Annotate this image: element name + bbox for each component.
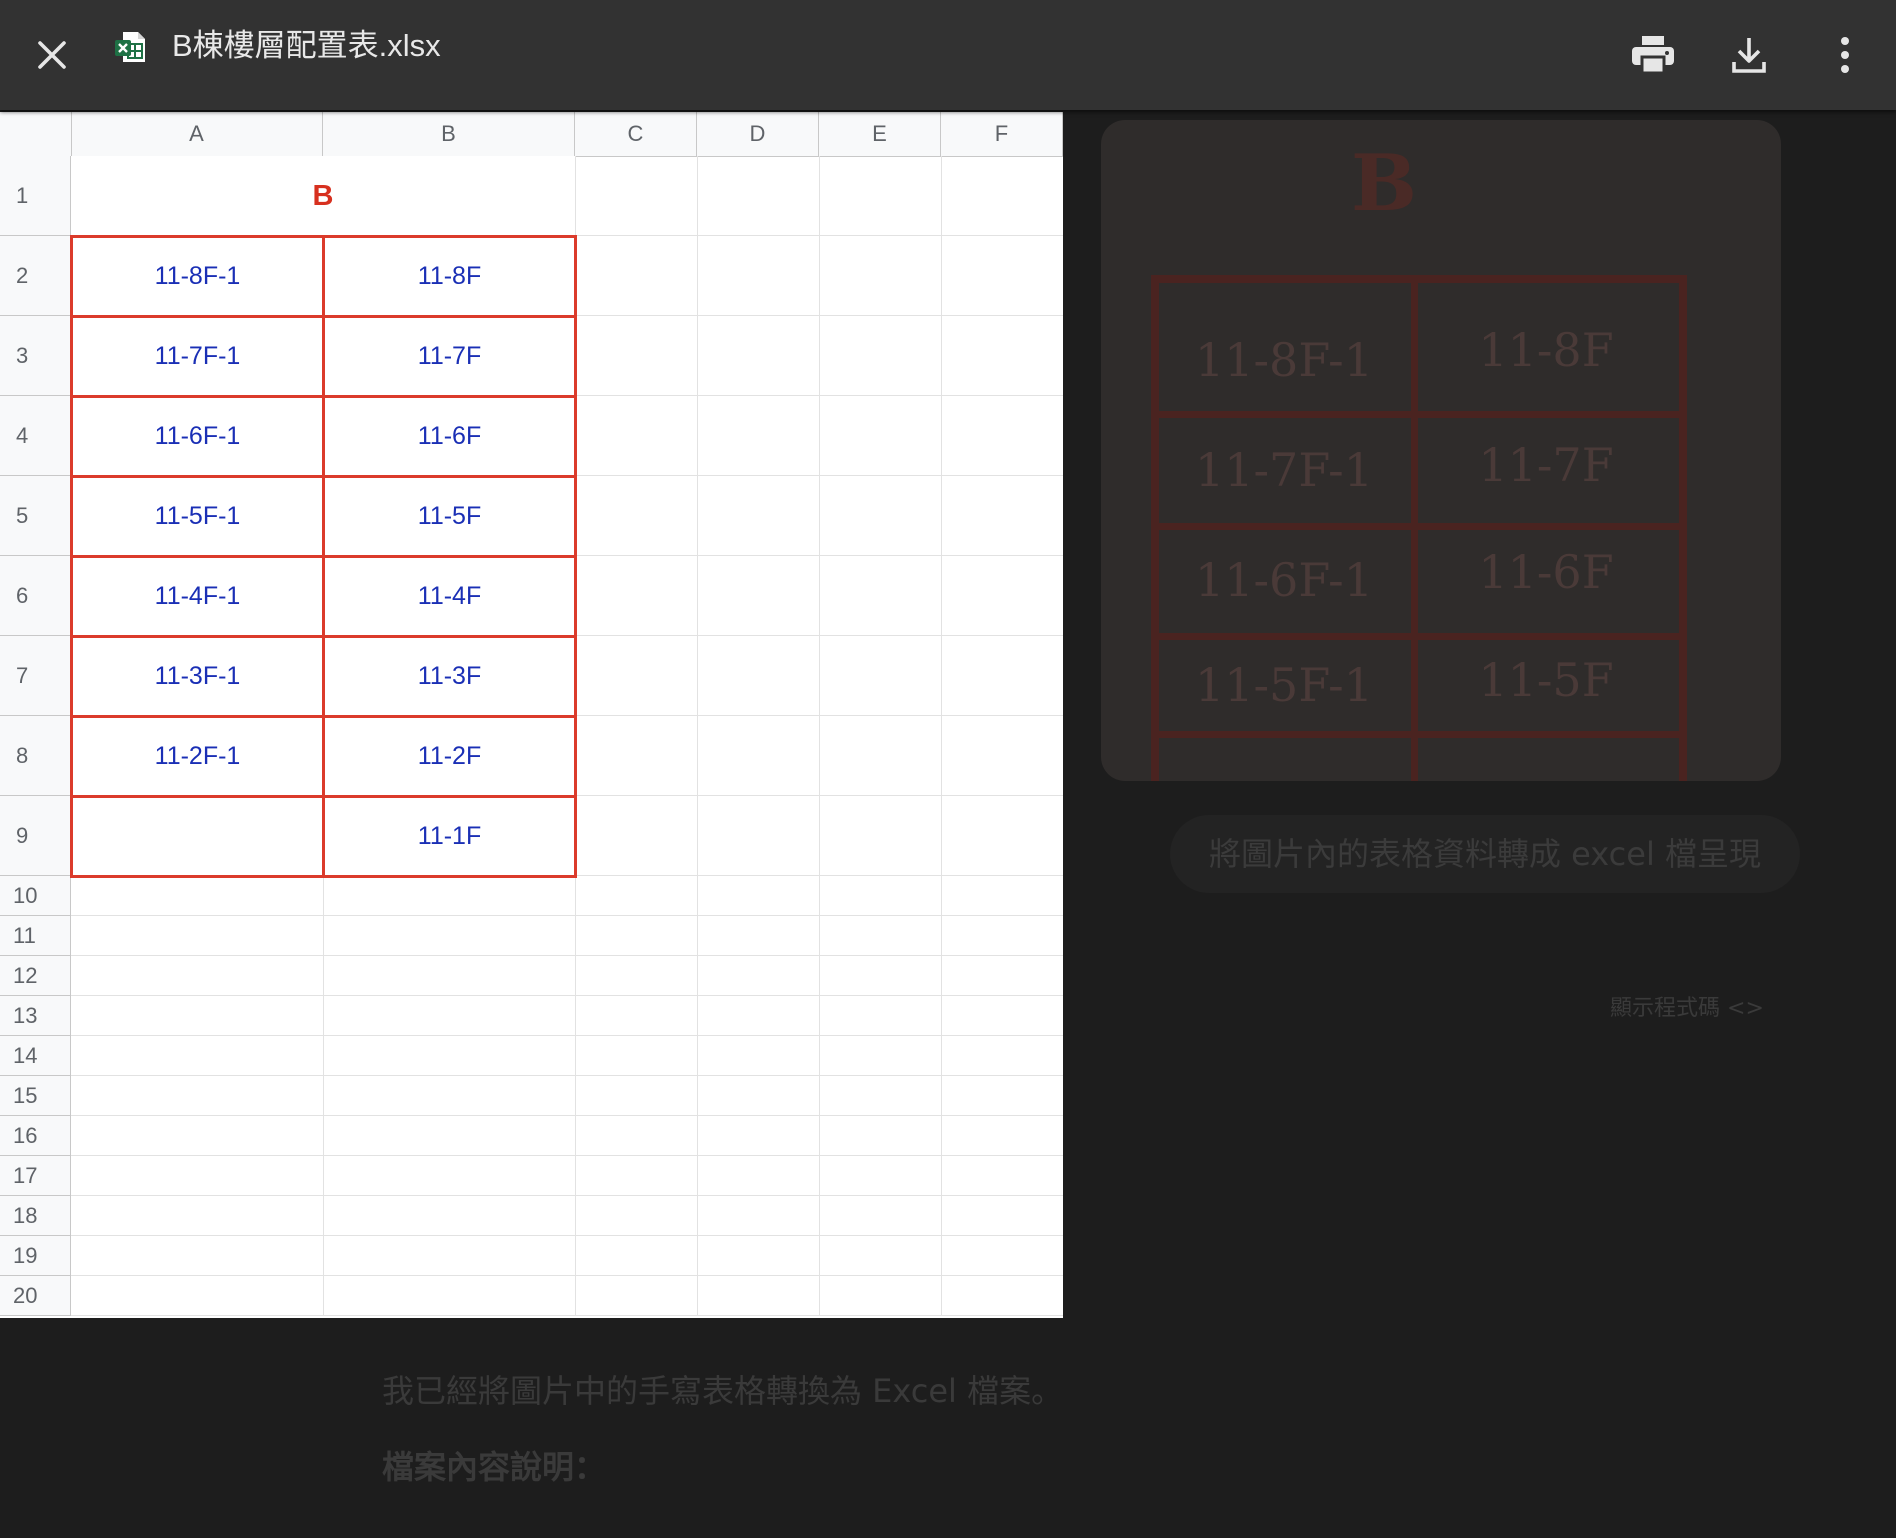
assistant-reply-heading: 檔案內容說明： (382, 1448, 607, 1486)
row-header-5: 5 (0, 476, 71, 556)
table-cell[interactable]: 11-8F-1 (70, 235, 325, 318)
hw-cell: 11-6F (1478, 545, 1614, 599)
row-header-7: 7 (0, 636, 71, 716)
column-header-f: F (941, 112, 1063, 156)
file-title: B棟樓層配置表.xlsx (172, 28, 441, 63)
row-header-6: 6 (0, 556, 71, 636)
viewer-toolbar: B棟樓層配置表.xlsx (0, 0, 1896, 110)
table-cell[interactable]: 11-7F-1 (70, 315, 325, 398)
table-cell[interactable]: 11-8F (322, 235, 577, 318)
print-icon (1632, 36, 1674, 75)
row-header-12: 12 (0, 956, 71, 996)
row-header-19: 19 (0, 1236, 71, 1276)
table-cell[interactable]: 11-5F (322, 475, 577, 558)
spreadsheet-preview[interactable]: ABCDEF 1 2 3 4 5 6 7 8 9 10 11 12 13 14 15 16 17 18 19 20 B… (0, 112, 1063, 1318)
hw-cell: 11-5F (1478, 653, 1614, 707)
table-cell[interactable]: 11-2F (322, 715, 577, 798)
user-prompt-bubble: 將圖片內的表格資料轉成 excel 檔呈現 (1170, 815, 1800, 893)
table-cell[interactable]: 11-3F (322, 635, 577, 718)
handwritten-table-image: B 11-8F-1 11-8F 11-7F-1 11-7F 11-6F-1 11… (1101, 120, 1781, 781)
column-header-c: C (575, 112, 697, 156)
row-header-8: 8 (0, 716, 71, 796)
row-header-2: 2 (0, 236, 71, 316)
hw-cell: 11-8F-1 (1194, 333, 1373, 387)
print-button[interactable] (1618, 20, 1688, 90)
table-cell[interactable]: 11-4F-1 (70, 555, 325, 638)
row-header-3: 3 (0, 316, 71, 396)
column-header-b: B (323, 112, 575, 156)
hw-cell: 11-7F-1 (1194, 443, 1373, 497)
row-header-11: 11 (0, 916, 71, 956)
row-header-10: 10 (0, 876, 71, 916)
row-header-4: 4 (0, 396, 71, 476)
hw-cell: 11-7F (1478, 438, 1614, 492)
hw-cell: 11-5F-1 (1194, 658, 1373, 712)
row-header-1: 1 (0, 156, 71, 236)
table-cell[interactable]: 11-4F (322, 555, 577, 638)
excel-file-icon (115, 32, 145, 62)
row-header-16: 16 (0, 1116, 71, 1156)
table-cell[interactable]: 11-7F (322, 315, 577, 398)
handwritten-grid: 11-8F-1 11-8F 11-7F-1 11-7F 11-6F-1 11-6… (1151, 275, 1687, 781)
row-header-18: 18 (0, 1196, 71, 1236)
table-cell[interactable]: 11-5F-1 (70, 475, 325, 558)
row-header-15: 15 (0, 1076, 71, 1116)
close-icon (38, 41, 66, 69)
table-cell[interactable]: 11-6F-1 (70, 395, 325, 478)
column-header-d: D (697, 112, 819, 156)
close-button[interactable] (17, 20, 87, 90)
title-cell-a1[interactable]: B (71, 156, 575, 236)
handwritten-title: B (1351, 138, 1417, 229)
download-icon (1732, 38, 1766, 73)
show-code-link: 顯示程式碼 <> (1610, 996, 1764, 1021)
table-cell[interactable] (70, 795, 325, 878)
table-cell[interactable]: 11-6F (322, 395, 577, 478)
row-header-9: 9 (0, 796, 71, 876)
row-header-14: 14 (0, 1036, 71, 1076)
row-header-17: 17 (0, 1156, 71, 1196)
select-all-corner (0, 112, 72, 156)
hw-cell: 11-6F-1 (1194, 553, 1373, 607)
row-header-20: 20 (0, 1276, 71, 1316)
table-cell[interactable]: 11-3F-1 (70, 635, 325, 718)
row-header-13: 13 (0, 996, 71, 1036)
download-button[interactable] (1714, 20, 1784, 90)
hw-cell: 11-8F (1478, 323, 1614, 377)
more-options-button[interactable] (1810, 20, 1880, 90)
column-header-a: A (71, 112, 323, 156)
table-cell[interactable]: 11-2F-1 (70, 715, 325, 798)
more-vertical-icon (1841, 37, 1849, 73)
column-header-e: E (819, 112, 941, 156)
table-cell[interactable]: 11-1F (322, 795, 577, 878)
assistant-reply-text: 我已經將圖片中的手寫表格轉換為 Excel 檔案。 (382, 1372, 1064, 1410)
